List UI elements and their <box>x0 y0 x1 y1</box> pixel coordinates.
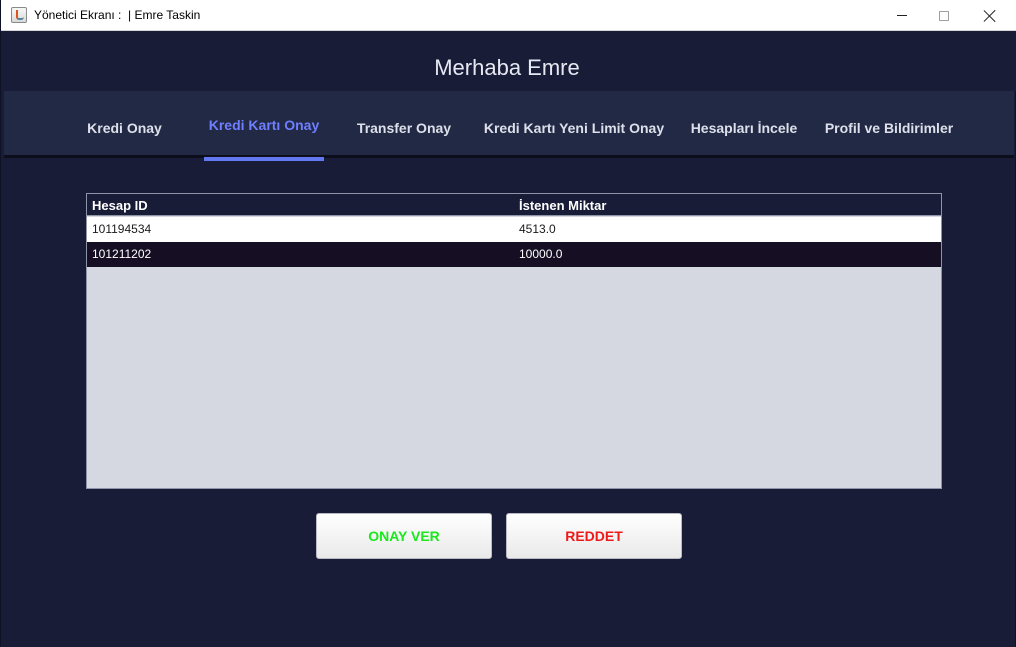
minimize-icon <box>897 15 907 16</box>
tab-label: Kredi Kartı Onay <box>208 117 320 133</box>
table-row-selected[interactable]: 101211202 10000.0 <box>87 242 941 267</box>
tab-label: Profil ve Bildirimler <box>824 120 954 136</box>
cell-hesap-id: 101194534 <box>92 222 152 236</box>
tab-transfer-onay[interactable]: Transfer Onay <box>349 91 459 158</box>
minimize-button[interactable] <box>879 0 925 31</box>
tab-label: Kredi Kartı Yeni Limit Onay <box>483 120 665 136</box>
column-header-hesap-id[interactable]: Hesap ID <box>92 198 148 213</box>
window-title: Yönetici Ekranı : | Emre Taskin <box>34 8 201 22</box>
tab-hesaplari-incele[interactable]: Hesapları İncele <box>685 91 803 158</box>
tab-kredi-karti-yeni-limit-onay[interactable]: Kredi Kartı Yeni Limit Onay <box>476 91 672 158</box>
admin-window: Yönetici Ekranı : | Emre Taskin Merhaba … <box>0 0 1016 647</box>
tab-label: Transfer Onay <box>356 120 452 136</box>
column-header-istenen-miktar[interactable]: İstenen Miktar <box>519 198 606 213</box>
active-tab-indicator <box>204 157 324 161</box>
cell-istenen-miktar: 10000.0 <box>519 247 563 261</box>
close-icon <box>983 9 997 23</box>
cell-istenen-miktar: 4513.0 <box>519 222 556 236</box>
tab-bar: Kredi Onay Kredi Kartı Onay Transfer Ona… <box>4 91 1014 161</box>
cell-hesap-id: 101211202 <box>92 247 152 261</box>
title-bar[interactable]: Yönetici Ekranı : | Emre Taskin <box>1 0 1016 31</box>
greeting-header: Merhaba Emre <box>1 31 1016 91</box>
tab-kredi-onay[interactable]: Kredi Onay <box>74 91 175 158</box>
table-header: Hesap ID İstenen Miktar <box>87 194 941 216</box>
java-app-icon <box>11 7 27 23</box>
tab-label: Hesapları İncele <box>690 120 798 136</box>
greeting-text: Merhaba Emre <box>434 55 580 80</box>
tab-kredi-karti-onay[interactable]: Kredi Kartı Onay <box>204 91 324 161</box>
close-button[interactable] <box>967 0 1013 31</box>
requests-table[interactable]: Hesap ID İstenen Miktar 101194534 4513.0… <box>86 193 942 489</box>
tab-label: Kredi Onay <box>87 120 162 136</box>
table-row[interactable]: 101194534 4513.0 <box>87 217 941 242</box>
approve-button[interactable]: ONAY VER <box>316 513 492 559</box>
maximize-button[interactable] <box>921 0 967 31</box>
tab-profil-ve-bildirimler[interactable]: Profil ve Bildirimler <box>817 91 961 158</box>
reject-button[interactable]: REDDET <box>506 513 682 559</box>
maximize-icon <box>939 10 949 21</box>
